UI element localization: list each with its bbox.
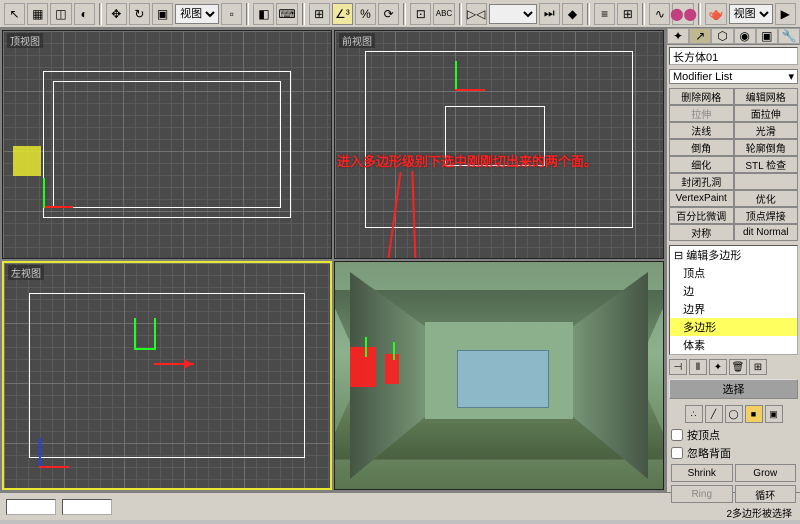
angle-snap-icon[interactable]: ∠³	[332, 3, 353, 25]
object-name-field[interactable]: 长方体01	[669, 47, 798, 65]
smooth-button[interactable]: 光滑	[734, 122, 799, 139]
selected-polygon	[350, 347, 376, 387]
ignore-backfacing-checkbox[interactable]: 忽略背面	[671, 445, 796, 461]
selection-status: 2多边形被选择	[671, 503, 796, 522]
display-tab-icon[interactable]: ▣	[756, 28, 778, 44]
curve-editor-icon[interactable]: ∿	[649, 3, 670, 25]
vertex-weld-button[interactable]: 顶点焊接	[734, 207, 799, 224]
viewport-perspective[interactable]	[334, 261, 664, 490]
symmetry-button[interactable]: 对称	[669, 224, 734, 241]
ring-button[interactable]: Ring	[671, 485, 733, 503]
reference-coord-dropdown[interactable]: 视图	[175, 4, 219, 24]
viewport-label: 前视图	[339, 33, 375, 48]
modify-tab-icon[interactable]: ↗	[689, 28, 711, 44]
pin-stack-icon[interactable]: ⊣	[669, 359, 687, 375]
percent-snap-icon[interactable]: %	[355, 3, 376, 25]
stl-check-button[interactable]: STL 检查	[734, 156, 799, 173]
render-scene-icon[interactable]: 🫖	[705, 3, 726, 25]
optimize-button[interactable]: 优化	[734, 190, 799, 207]
view-dropdown-2[interactable]: 视图	[729, 4, 773, 24]
modifier-stack[interactable]: ⊟ 编辑多边形 顶点 边 边界 多边形 体素	[669, 245, 798, 355]
move-tool-icon[interactable]: ✥	[106, 3, 127, 25]
keyboard-icon[interactable]: ⌨	[276, 3, 297, 25]
motion-tab-icon[interactable]: ◉	[734, 28, 756, 44]
status-field	[6, 499, 56, 515]
stack-element[interactable]: 体素	[670, 336, 797, 354]
stack-polygon[interactable]: 多边形	[670, 318, 797, 336]
stack-border[interactable]: 边界	[670, 300, 797, 318]
tessellate-button[interactable]: 细化	[669, 156, 734, 173]
chamfer-button[interactable]: 倒角	[669, 139, 734, 156]
normal-button[interactable]: 法线	[669, 122, 734, 139]
chevron-down-icon: ▾	[788, 70, 794, 83]
main-toolbar: ↖ ▦ ◫ ◐ ✥ ↻ ▣ 视图 ▫ ◧ ⌨ ⊞ ∠³ % ⟳ ⊡ ABC ▷◁…	[0, 0, 800, 28]
empty-button[interactable]	[734, 173, 799, 190]
schematic-icon[interactable]: ⊞	[617, 3, 638, 25]
outline-chamfer-button[interactable]: 轮廓倒角	[734, 139, 799, 156]
face-extrude-button[interactable]: 面拉伸	[734, 105, 799, 122]
material-icon[interactable]: ⬤⬤	[672, 3, 694, 25]
edit-mesh-button[interactable]: 编辑网格	[734, 88, 799, 105]
align-icon[interactable]: ◆	[562, 3, 583, 25]
pivot-icon[interactable]: ▫	[221, 3, 242, 25]
viewport-label: 顶视图	[7, 33, 43, 48]
border-subobj-icon[interactable]: ◯	[725, 405, 743, 423]
lasso-tool-icon[interactable]: ◐	[74, 3, 95, 25]
percent-tweak-button[interactable]: 百分比微调	[669, 207, 734, 224]
by-vertex-checkbox[interactable]: 按顶点	[671, 427, 796, 443]
utilities-tab-icon[interactable]: 🔧	[778, 28, 800, 44]
status-field	[62, 499, 112, 515]
abc-icon[interactable]: ABC	[433, 3, 454, 25]
cursor-tool-icon[interactable]: ↖	[4, 3, 25, 25]
dit-normal-button[interactable]: dit Normal	[734, 224, 799, 241]
vertex-paint-button[interactable]: VertexPaint	[669, 190, 734, 207]
delete-mesh-button[interactable]: 删除网格	[669, 88, 734, 105]
modifier-buttons: 删除网格 编辑网格 拉伸 面拉伸 法线 光滑 倒角 轮廓倒角 细化 STL 检查…	[669, 88, 798, 241]
marquee-tool-icon[interactable]: ◫	[50, 3, 71, 25]
rotate-tool-icon[interactable]: ↻	[129, 3, 150, 25]
annotation-text: 进入多边形级别下选中刚刚切出来的两个面。	[337, 151, 597, 170]
scale-tool-icon[interactable]: ▣	[152, 3, 173, 25]
select-tool-icon[interactable]: ▦	[27, 3, 48, 25]
stack-edge[interactable]: 边	[670, 282, 797, 300]
command-panel: ✦ ↗ ⬡ ◉ ▣ 🔧 长方体01 Modifier List▾ 删除网格 编辑…	[666, 28, 800, 492]
cap-holes-button[interactable]: 封闭孔洞	[669, 173, 734, 190]
manipulate-icon[interactable]: ◧	[253, 3, 274, 25]
selection-rollout-header[interactable]: 选择	[669, 379, 798, 399]
shrink-button[interactable]: Shrink	[671, 464, 733, 482]
viewport-label: 左视图	[8, 265, 44, 280]
named-sel-icon[interactable]: ⊡	[410, 3, 431, 25]
empty-dropdown[interactable]	[489, 4, 537, 24]
extrude-button[interactable]: 拉伸	[669, 105, 734, 122]
configure-icon[interactable]: ⊞	[749, 359, 767, 375]
vertex-subobj-icon[interactable]: ∴	[685, 405, 703, 423]
grow-button[interactable]: Grow	[735, 464, 797, 482]
show-result-icon[interactable]: Ⅱ	[689, 359, 707, 375]
viewport-grid: 顶视图 前视图 进入多边形级别下选中刚刚切出来的两个面。 左视图	[0, 28, 666, 492]
window-face	[457, 350, 549, 408]
layers-icon[interactable]: ≡	[594, 3, 615, 25]
element-subobj-icon[interactable]: ▣	[765, 405, 783, 423]
make-unique-icon[interactable]: ✦	[709, 359, 727, 375]
viewport-front[interactable]: 前视图 进入多边形级别下选中刚刚切出来的两个面。	[334, 30, 664, 259]
polygon-subobj-icon[interactable]: ■	[745, 405, 763, 423]
edge-subobj-icon[interactable]: ╱	[705, 405, 723, 423]
remove-mod-icon[interactable]: 🗑	[729, 359, 747, 375]
hierarchy-tab-icon[interactable]: ⬡	[711, 28, 733, 44]
selected-face	[13, 146, 41, 176]
next-key-icon[interactable]: ⏭	[539, 3, 560, 25]
command-panel-tabs: ✦ ↗ ⬡ ◉ ▣ 🔧	[667, 28, 800, 45]
stack-root: ⊟ 编辑多边形	[670, 246, 797, 264]
mirror-icon[interactable]: ▷◁	[466, 3, 487, 25]
stack-vertex[interactable]: 顶点	[670, 264, 797, 282]
selected-polygon	[385, 354, 399, 384]
loop-button[interactable]: 循环	[735, 485, 797, 503]
modifier-list-dropdown[interactable]: Modifier List▾	[669, 69, 798, 84]
create-tab-icon[interactable]: ✦	[667, 28, 689, 44]
quick-render-icon[interactable]: ▶	[775, 3, 796, 25]
snap-toggle-icon[interactable]: ⊞	[309, 3, 330, 25]
spinner-snap-icon[interactable]: ⟳	[378, 3, 399, 25]
viewport-top[interactable]: 顶视图	[2, 30, 332, 259]
viewport-left[interactable]: 左视图	[2, 261, 332, 490]
